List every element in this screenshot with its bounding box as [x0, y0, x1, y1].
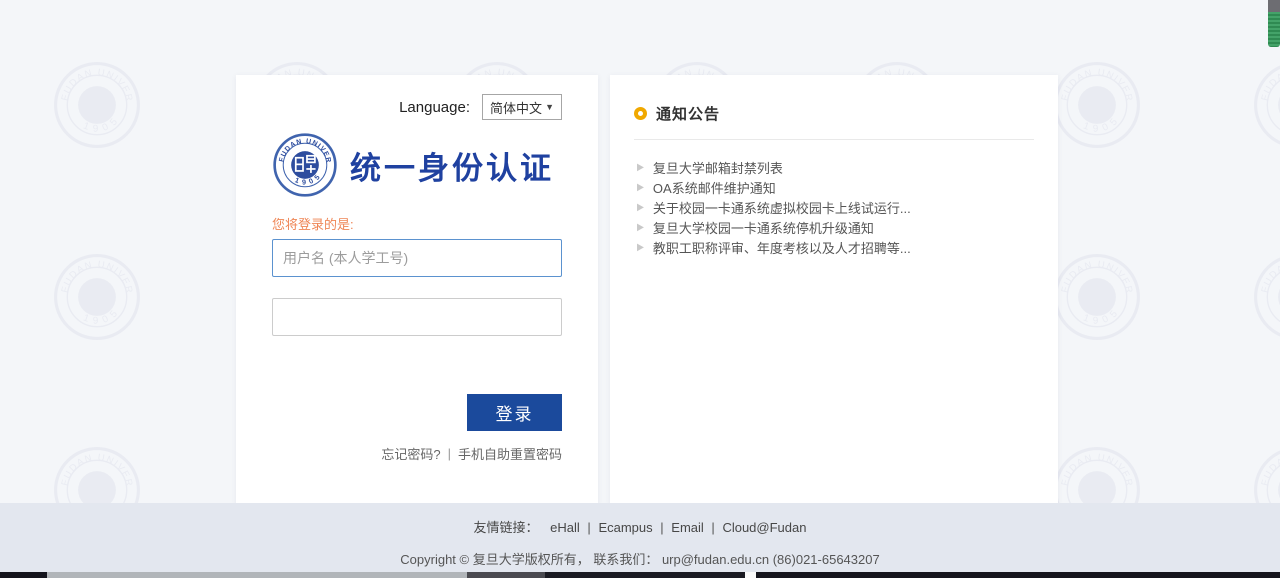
notice-item[interactable]: ▶ OA系统邮件维护通知 [634, 177, 1034, 197]
fudan-university-logo-icon: FUDAN UNIVERSITY 1905 [272, 132, 338, 198]
link-separator: | [660, 520, 663, 535]
brand-row: FUDAN UNIVERSITY 1905 统一身份认证 [272, 132, 562, 198]
helper-links-row: 忘记密码? | 手机自助重置密码 [272, 444, 562, 463]
forgot-password-link[interactable]: 忘记密码? [381, 444, 440, 463]
friend-links-label: 友情链接： [474, 520, 539, 535]
language-label: Language: [399, 99, 470, 116]
notice-item[interactable]: ▶ 教职工职称评审、年度考核以及人才招聘等... [634, 237, 1034, 257]
footer-link-cloud[interactable]: Cloud@Fudan [722, 520, 806, 535]
language-select[interactable]: 简体中文 ▼ [482, 94, 562, 120]
footer: 友情链接： eHall | Ecampus | Email | Cloud@Fu… [0, 503, 1280, 572]
language-selected-value: 简体中文 [490, 98, 542, 117]
notice-item-label: 关于校园一卡通系统虚拟校园卡上线试运行... [653, 198, 911, 217]
notice-bullet-icon [634, 107, 647, 120]
link-separator: | [587, 520, 590, 535]
triangle-right-icon: ▶ [637, 201, 644, 213]
notice-item[interactable]: ▶ 复旦大学邮箱封禁列表 [634, 157, 1034, 177]
notice-item[interactable]: ▶ 关于校园一卡通系统虚拟校园卡上线试运行... [634, 197, 1034, 217]
scrollbar-top-cap [1268, 0, 1280, 12]
notice-title: 通知公告 [656, 103, 720, 124]
notice-header: 通知公告 [634, 103, 1034, 124]
login-target-hint: 您将登录的是: [272, 214, 562, 233]
reset-password-link[interactable]: 手机自助重置密码 [458, 444, 562, 463]
notice-item[interactable]: ▶ 复旦大学校园一卡通系统停机升级通知 [634, 217, 1034, 237]
scrollbar-thumb[interactable] [1268, 12, 1280, 47]
page-title: 统一身份认证 [350, 143, 554, 188]
notice-item-label: 复旦大学邮箱封禁列表 [653, 158, 783, 177]
copyright-text: Copyright © 复旦大学版权所有， 联系我们： urp@fudan.ed… [0, 549, 1280, 568]
footer-link-ecampus[interactable]: Ecampus [598, 520, 652, 535]
scrollbar-track [1268, 0, 1280, 578]
link-separator: | [711, 520, 714, 535]
triangle-right-icon: ▶ [637, 241, 644, 253]
friend-links-row: 友情链接： eHall | Ecampus | Email | Cloud@Fu… [0, 517, 1280, 536]
notice-panel: 通知公告 ▶ 复旦大学邮箱封禁列表 ▶ OA系统邮件维护通知 ▶ 关于校园一卡通… [610, 75, 1058, 505]
link-separator: | [448, 446, 451, 461]
username-input[interactable] [272, 239, 562, 277]
notice-item-label: OA系统邮件维护通知 [653, 178, 776, 197]
login-card: Language: 简体中文 ▼ FUDAN UNIVERSITY 1905 统… [236, 75, 598, 505]
triangle-right-icon: ▶ [637, 161, 644, 173]
notice-list: ▶ 复旦大学邮箱封禁列表 ▶ OA系统邮件维护通知 ▶ 关于校园一卡通系统虚拟校… [634, 157, 1034, 257]
notice-item-label: 复旦大学校园一卡通系统停机升级通知 [653, 218, 874, 237]
footer-link-email[interactable]: Email [671, 520, 704, 535]
language-row: Language: 简体中文 ▼ [272, 94, 562, 120]
footer-link-ehall[interactable]: eHall [550, 520, 580, 535]
triangle-right-icon: ▶ [637, 221, 644, 233]
taskbar-strip [0, 572, 1280, 578]
login-button[interactable]: 登录 [467, 394, 562, 431]
button-row: 登录 [272, 394, 562, 431]
password-input[interactable] [272, 298, 562, 336]
chevron-down-icon: ▼ [545, 102, 554, 112]
triangle-right-icon: ▶ [637, 181, 644, 193]
divider [634, 139, 1034, 140]
notice-item-label: 教职工职称评审、年度考核以及人才招聘等... [653, 238, 911, 257]
